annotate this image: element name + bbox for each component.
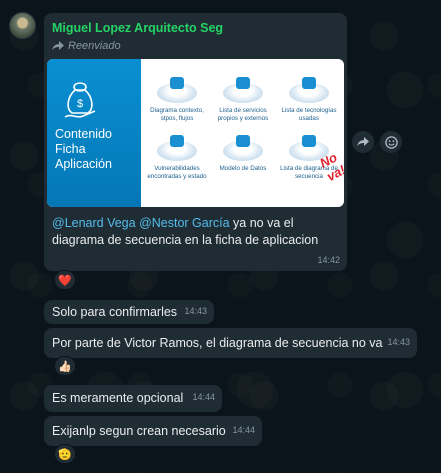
diagram-icon	[157, 77, 197, 103]
reaction-badge[interactable]: 👍🏻	[54, 356, 76, 376]
network-icon	[223, 135, 263, 161]
message-time: 14:42	[317, 255, 340, 265]
tile-diagram-context: Diagrama contexto, stpos, flujos	[145, 77, 209, 122]
tile-label: Diagrama contexto, stpos, flujos	[150, 107, 204, 122]
media-left-panel: $ Contenido Ficha Aplicación	[47, 59, 141, 207]
moneybag-icon: $	[64, 82, 96, 118]
tile-label: Lista de tecnologías usadas	[281, 107, 337, 122]
tile-label: Lista de servicios propios y externos	[217, 107, 269, 122]
message-time: 14:44	[192, 392, 215, 402]
forwarded-indicator: Reenviado	[52, 40, 121, 52]
tile-services: Lista de servicios propios y externos	[211, 77, 275, 122]
mention[interactable]: @Lenard Vega	[52, 216, 136, 230]
message-text: @Lenard Vega @Nestor García ya no va el …	[52, 215, 342, 249]
message-text: Es meramente opcional	[52, 391, 184, 405]
sender-avatar[interactable]	[9, 12, 36, 39]
message-text: Solo para confirmarles	[52, 305, 178, 319]
media-tiles: Diagrama contexto, stpos, flujos Lista d…	[141, 59, 344, 207]
smiley-icon	[384, 135, 398, 149]
chip-icon	[289, 77, 329, 103]
services-icon	[223, 77, 263, 103]
forwarded-label: Reenviado	[68, 40, 121, 52]
thumbs-up-icon: 👍🏻	[58, 360, 72, 373]
message-bubble[interactable]: Solo para confirmarles 14:43	[44, 300, 214, 324]
message-time: 14:43	[387, 337, 410, 347]
reaction-badge[interactable]: 🫡	[54, 444, 76, 464]
reaction-badge[interactable]: ❤️	[54, 270, 76, 290]
forward-icon	[357, 137, 369, 147]
media-title-line: Contenido	[55, 127, 112, 141]
message-bubble[interactable]: Es meramente opcional 14:44	[44, 385, 222, 412]
media-title-line: Aplicación	[55, 157, 112, 171]
tile-vulnerabilities: Vulnerabilidades encontradas y estado	[145, 135, 209, 180]
message-bubble[interactable]: Exijanlp segun crean necesario 14:44	[44, 416, 262, 446]
tile-label: Modelo de Datos	[219, 165, 267, 172]
message-text: Exijanlp segun crean necesario	[52, 424, 226, 438]
forward-button[interactable]	[352, 131, 374, 153]
message-time: 14:44	[232, 425, 255, 435]
forwarded-message-bubble[interactable]: Miguel Lopez Arquitecto Seg Reenviado $ …	[44, 13, 347, 271]
tile-label: Vulnerabilidades encontradas y estado	[147, 165, 207, 180]
media-title-line: Ficha	[55, 142, 86, 156]
message-time: 14:43	[184, 306, 207, 316]
message-text: Por parte de Victor Ramos, el diagrama d…	[52, 336, 383, 350]
svg-text:$: $	[77, 98, 83, 110]
heart-icon: ❤️	[58, 274, 72, 287]
message-bubble[interactable]: Por parte de Victor Ramos, el diagrama d…	[44, 328, 417, 358]
tile-data-model: Modelo de Datos	[211, 135, 275, 173]
sender-name[interactable]: Miguel Lopez Arquitecto Seg	[52, 21, 223, 35]
mention[interactable]: @Nestor García	[139, 216, 230, 230]
search-icon	[157, 135, 197, 161]
forwarded-icon	[52, 41, 64, 51]
tile-technologies: Lista de tecnologías usadas	[277, 77, 341, 122]
react-button[interactable]	[380, 131, 402, 153]
saluting-face-icon: 🫡	[58, 448, 72, 461]
media-title: Contenido Ficha Aplicación	[55, 127, 112, 172]
media-image[interactable]: $ Contenido Ficha Aplicación Diagrama co…	[47, 59, 344, 207]
